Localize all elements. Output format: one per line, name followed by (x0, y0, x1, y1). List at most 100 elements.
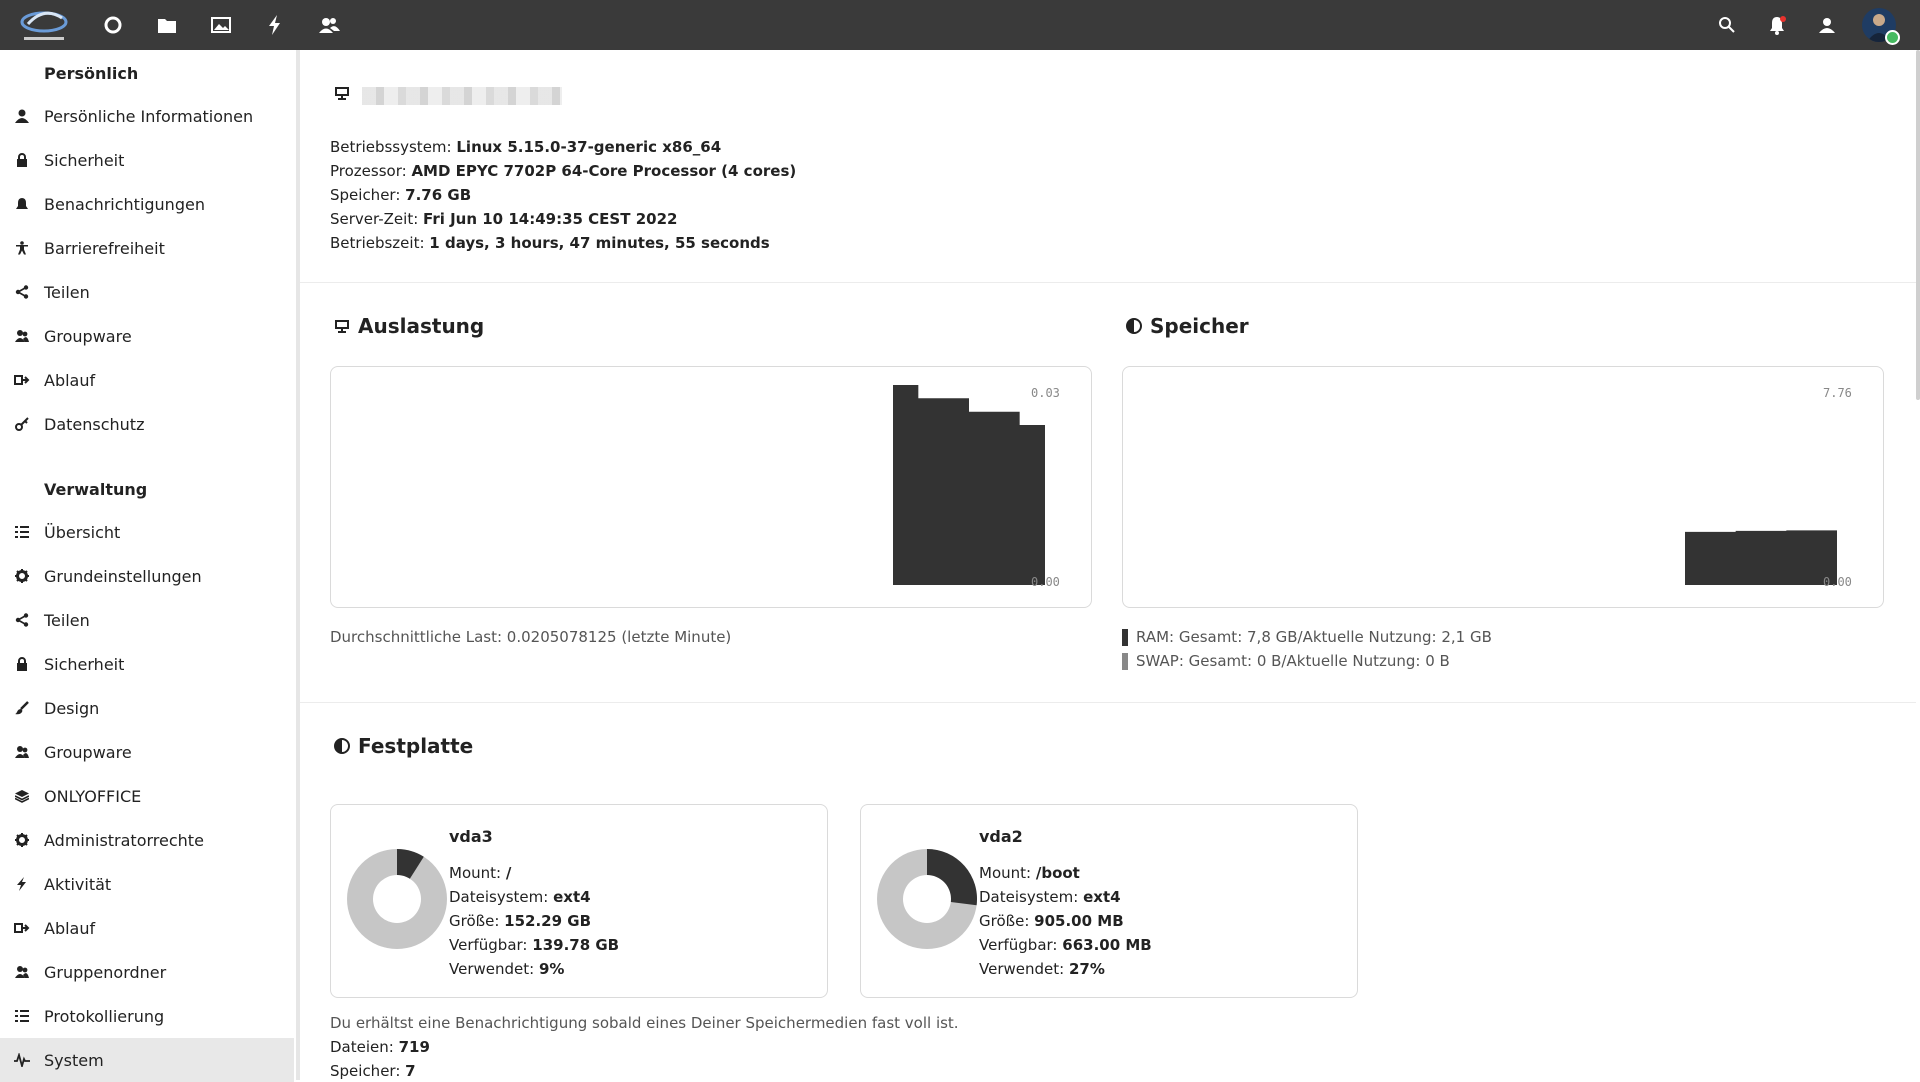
disk-fs-label: Dateisystem: (449, 888, 549, 906)
logo[interactable] (18, 4, 70, 46)
photos-icon[interactable] (208, 12, 234, 38)
sidebar-item-label: Groupware (44, 326, 132, 346)
list-icon (0, 525, 44, 539)
gear-icon (0, 833, 44, 847)
memory-chart-svg: 7.76 0.00 (1685, 386, 1852, 589)
search-icon[interactable] (1714, 12, 1740, 38)
disk-used-row: Verwendet: 9% (449, 957, 619, 981)
ram-swatch (1122, 628, 1128, 646)
disk-card-vda2: vda2 Mount: /boot Dateisystem: ext4 Größe: … (860, 804, 1358, 998)
sidebar-item-admin-9[interactable]: Ablauf (0, 906, 294, 950)
sidebar-item-personal-7[interactable]: Datenschutz (0, 402, 294, 446)
storage-label: Speicher: (330, 1062, 401, 1080)
sidebar-item-label: Groupware (44, 742, 132, 762)
sidebar-item-admin-8[interactable]: Aktivität (0, 862, 294, 906)
os-row: Betriebssystem: Linux 5.15.0-37-generic … (330, 135, 796, 159)
lock-icon (0, 657, 44, 671)
sidebar-item-admin-1[interactable]: Grundeinstellungen (0, 554, 294, 598)
pulse-icon (0, 1053, 44, 1067)
brush-icon (0, 701, 44, 715)
memory-value: 7.76 GB (405, 186, 472, 204)
sidebar-item-admin-6[interactable]: ONLYOFFICE (0, 774, 294, 818)
memory-title: Speicher (1150, 314, 1249, 338)
sidebar-item-admin-7[interactable]: Administratorrechte (0, 818, 294, 862)
sidebar-item-admin-5[interactable]: Groupware (0, 730, 294, 774)
monitor-icon (335, 319, 349, 333)
sidebar-item-admin-3[interactable]: Sicherheit (0, 642, 294, 686)
system-info: Betriebssystem: Linux 5.15.0-37-generic … (330, 135, 796, 255)
monitor-icon (334, 86, 350, 106)
notifications-icon[interactable] (1764, 12, 1790, 38)
memory-max-label: 7.76 (1823, 386, 1852, 400)
server-time-row: Server-Zeit: Fri Jun 10 14:49:35 CEST 20… (330, 207, 796, 231)
contacts-menu-icon[interactable] (1814, 12, 1840, 38)
activity-icon[interactable] (262, 12, 288, 38)
disk-notice: Du erhältst eine Benachrichtigung sobald… (330, 1014, 959, 1032)
load-caption: Durchschnittliche Last: 0.0205078125 (le… (330, 628, 732, 646)
sidebar-item-label: Sicherheit (44, 150, 125, 170)
main-scrollbar[interactable] (1916, 50, 1920, 400)
disk-fs-value: ext4 (1083, 888, 1121, 906)
sidebar-item-personal-1[interactable]: Sicherheit (0, 138, 294, 182)
flow-icon (0, 921, 44, 935)
disk-card-vda3: vda3 Mount: / Dateisystem: ext4 Größe: 152.… (330, 804, 828, 998)
files-icon[interactable] (154, 12, 180, 38)
sidebar-item-admin-4[interactable]: Design (0, 686, 294, 730)
sidebar-item-label: Ablauf (44, 918, 96, 938)
sidebar-item-admin-10[interactable]: Gruppenordner (0, 950, 294, 994)
sidebar-item-label: Ablauf (44, 370, 96, 390)
sidebar-item-personal-4[interactable]: Teilen (0, 270, 294, 314)
divider (300, 282, 1916, 283)
sidebar-item-label: Gruppenordner (44, 962, 167, 982)
load-chart: 0.03 0.00 (330, 366, 1092, 608)
disk-mount-row: Mount: /boot (979, 861, 1152, 885)
disk-title: Festplatte (358, 734, 474, 758)
ram-legend-text: RAM: Gesamt: 7,8 GB/Aktuelle Nutzung: 2,… (1136, 628, 1492, 646)
disk-used-label: Verwendet: (979, 960, 1065, 978)
donut-hole (903, 875, 951, 923)
sidebar-item-personal-3[interactable]: Barrierefreiheit (0, 226, 294, 270)
disk-size-label: Größe: (449, 912, 500, 930)
sidebar-item-label: Grundeinstellungen (44, 566, 202, 586)
groupware-icon (0, 329, 44, 343)
os-label: Betriebssystem: (330, 138, 452, 156)
status-indicator (1885, 30, 1900, 45)
disk-used-value: 27% (1068, 960, 1105, 978)
sidebar-item-personal-5[interactable]: Groupware (0, 314, 294, 358)
sidebar-item-admin-11[interactable]: Protokollierung (0, 994, 294, 1038)
dashboard-icon[interactable] (100, 12, 126, 38)
disk-mount-value: / (505, 864, 512, 882)
contacts-icon[interactable] (316, 12, 342, 38)
sidebar-item-admin-12[interactable]: System (0, 1038, 294, 1082)
sidebar-item-label: Persönliche Informationen (44, 106, 254, 126)
hostname-blurred (362, 87, 562, 105)
swap-legend-text: SWAP: Gesamt: 0 B/Aktuelle Nutzung: 0 B (1136, 652, 1450, 670)
disk-usage-donut (347, 849, 447, 949)
cpu-value: AMD EPYC 7702P 64-Core Processor (4 core… (411, 162, 797, 180)
sidebar-item-admin-2[interactable]: Teilen (0, 598, 294, 642)
sidebar-item-label: Datenschutz (44, 414, 145, 434)
load-chart-svg: 0.03 0.00 (893, 385, 1060, 589)
load-title: Auslastung (358, 314, 485, 338)
memory-row: Speicher: 7.76 GB (330, 183, 796, 207)
disk-used-row: Verwendet: 27% (979, 957, 1152, 981)
memory-min-label: 0.00 (1823, 575, 1852, 589)
sidebar-item-label: Barrierefreiheit (44, 238, 165, 258)
memory-section-title: Speicher (1126, 314, 1249, 338)
uptime-label: Betriebszeit: (330, 234, 425, 252)
sidebar-item-personal-2[interactable]: Benachrichtigungen (0, 182, 294, 226)
layers-icon (0, 789, 44, 803)
disk-size-value: 905.00 MB (1034, 912, 1124, 930)
storage-row: Speicher: 7 (330, 1062, 416, 1080)
memory-area-series (1685, 530, 1837, 585)
user-icon (0, 109, 44, 123)
disk-size-row: Größe: 905.00 MB (979, 909, 1152, 933)
sidebar-item-label: Administratorrechte (44, 830, 204, 850)
swap-legend: SWAP: Gesamt: 0 B/Aktuelle Nutzung: 0 B (1122, 652, 1450, 670)
disk-fs-row: Dateisystem: ext4 (979, 885, 1152, 909)
sidebar-item-personal-0[interactable]: Persönliche Informationen (0, 94, 294, 138)
sidebar-item-personal-6[interactable]: Ablauf (0, 358, 294, 402)
gear-icon (0, 569, 44, 583)
sidebar-item-admin-0[interactable]: Übersicht (0, 510, 294, 554)
load-min-label: 0.00 (1031, 575, 1060, 589)
